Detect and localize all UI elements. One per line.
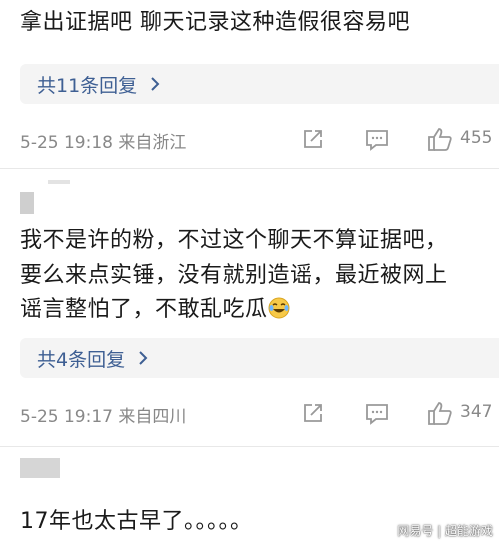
- chevron-right-icon: [151, 77, 160, 91]
- comment-2-line-1: 我不是许的粉，不过这个聊天不算证据吧，: [20, 228, 448, 253]
- divider: [0, 446, 499, 447]
- like-count: 347: [460, 402, 493, 422]
- comment-3-text: 17年也太古早了。。。。。: [20, 509, 253, 534]
- comment-1-text: 拿出证据吧 聊天记录这种造假很容易吧: [20, 10, 410, 35]
- share-icon[interactable]: [302, 128, 324, 150]
- view-replies-label: 共11条回复: [37, 74, 138, 97]
- comment-1-meta: 5-25 19:18 来自浙江 455: [20, 126, 499, 156]
- share-icon[interactable]: [302, 402, 324, 424]
- view-replies-button-1[interactable]: 共11条回复: [20, 64, 499, 104]
- like-count: 455: [460, 128, 493, 148]
- avatar: [20, 458, 60, 478]
- comment-icon[interactable]: [365, 403, 389, 425]
- timestamp-location: 5-25 19:17 来自四川: [20, 407, 187, 427]
- view-replies-button-2[interactable]: 共4条回复: [20, 338, 499, 378]
- avatar: [20, 192, 34, 214]
- timestamp-location: 5-25 19:18 来自浙江: [20, 133, 187, 153]
- like-thumb-icon[interactable]: [427, 126, 453, 152]
- comment-2-line-3: 谣言整怕了，不敢乱吃瓜: [20, 297, 268, 322]
- username-blurred: [48, 180, 70, 184]
- comment-2-line-2: 要么来点实锤，没有就别造谣，最近被网上: [20, 263, 448, 288]
- comment-icon[interactable]: [365, 129, 389, 151]
- comment-2-meta: 5-25 19:17 来自四川 347: [20, 400, 499, 430]
- chevron-right-icon: [139, 351, 148, 365]
- like-thumb-icon[interactable]: [427, 400, 453, 426]
- view-replies-label: 共4条回复: [37, 348, 126, 371]
- divider: [0, 168, 499, 169]
- crying-laughing-emoji-icon: [268, 297, 290, 319]
- source-watermark: 网易号 | 超能游戏: [397, 524, 493, 538]
- comment-2-line-3-wrap: 谣言整怕了，不敢乱吃瓜: [20, 291, 290, 323]
